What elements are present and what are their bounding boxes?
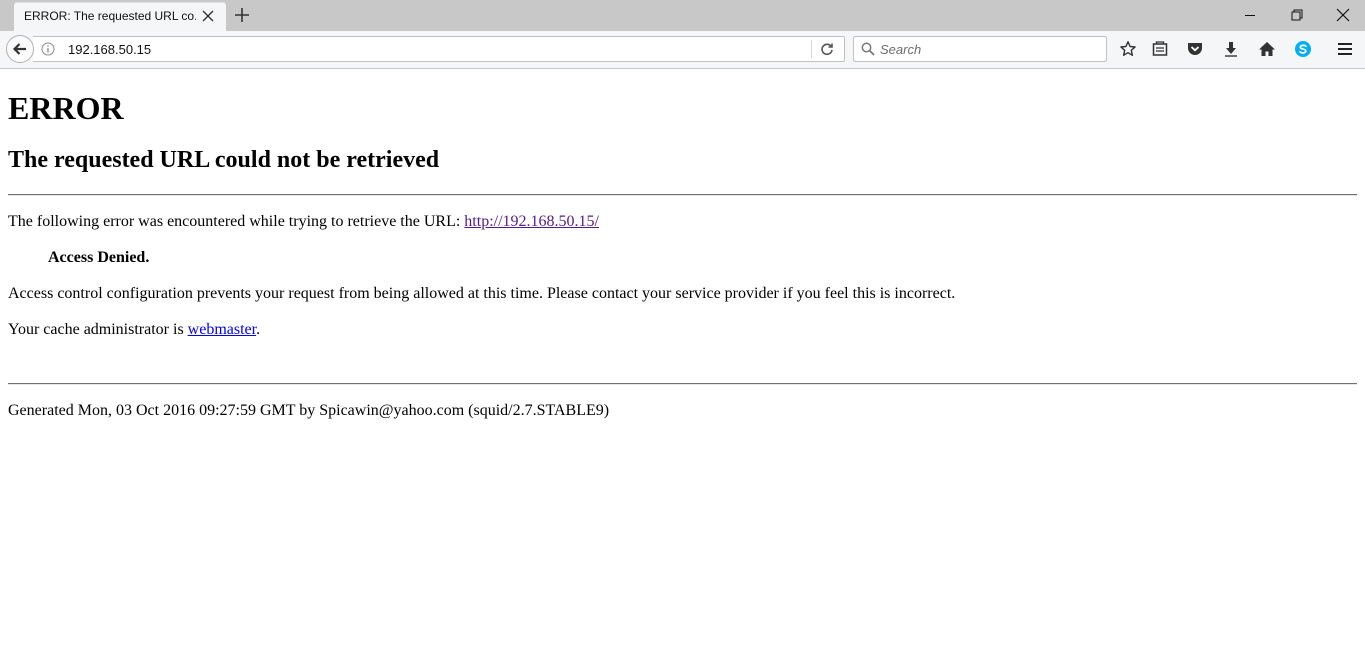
- arrow-left-icon: [12, 43, 26, 55]
- url-divider: [811, 40, 812, 58]
- download-icon[interactable]: [1222, 40, 1240, 58]
- tab-title: ERROR: The requested URL co...: [24, 9, 196, 23]
- hamburger-menu-icon[interactable]: [1336, 40, 1354, 58]
- restore-icon[interactable]: [1288, 6, 1306, 24]
- close-icon[interactable]: [200, 8, 216, 24]
- error-url-link[interactable]: http://192.168.50.15/: [464, 213, 599, 230]
- error-intro-text: The following error was encountered whil…: [8, 213, 465, 230]
- info-icon[interactable]: [41, 42, 55, 56]
- minimize-icon[interactable]: [1241, 6, 1259, 24]
- close-window-icon[interactable]: [1334, 6, 1352, 24]
- url-text[interactable]: 192.168.50.15: [68, 42, 151, 57]
- divider: [8, 194, 1357, 196]
- skype-icon[interactable]: [1294, 40, 1312, 58]
- error-name: Access Denied.: [48, 249, 150, 266]
- pocket-icon[interactable]: [1186, 40, 1204, 58]
- page-content: ERROR The requested URL could not be ret…: [8, 69, 1357, 421]
- page-title: ERROR: [8, 90, 124, 126]
- divider: [8, 383, 1357, 385]
- webmaster-link[interactable]: webmaster: [188, 321, 256, 338]
- tab-strip: ERROR: The requested URL co...: [0, 0, 1365, 31]
- page-subtitle: The requested URL could not be retrieved: [8, 147, 440, 173]
- home-icon[interactable]: [1258, 40, 1276, 58]
- star-icon[interactable]: [1119, 40, 1137, 58]
- footer-generated: Generated Mon, 03 Oct 2016 09:27:59 GMT …: [8, 402, 610, 419]
- library-icon[interactable]: [1151, 40, 1169, 58]
- url-bar[interactable]: 192.168.50.15: [33, 36, 845, 62]
- admin-paragraph: Your cache administrator is webmaster.: [8, 320, 1357, 340]
- plus-icon[interactable]: [233, 6, 251, 24]
- search-input[interactable]: Search: [853, 36, 1107, 62]
- error-description: Access control configuration prevents yo…: [8, 285, 956, 302]
- reload-icon[interactable]: [819, 41, 835, 57]
- admin-suffix: .: [256, 321, 261, 338]
- navigation-toolbar: 192.168.50.15 Search: [0, 31, 1365, 69]
- search-placeholder: Search: [880, 42, 922, 57]
- back-button[interactable]: [6, 35, 34, 63]
- admin-prefix: Your cache administrator is: [8, 321, 188, 338]
- error-intro-paragraph: The following error was encountered whil…: [8, 212, 1357, 232]
- tab-active[interactable]: ERROR: The requested URL co...: [14, 2, 226, 31]
- search-icon: [861, 42, 875, 56]
